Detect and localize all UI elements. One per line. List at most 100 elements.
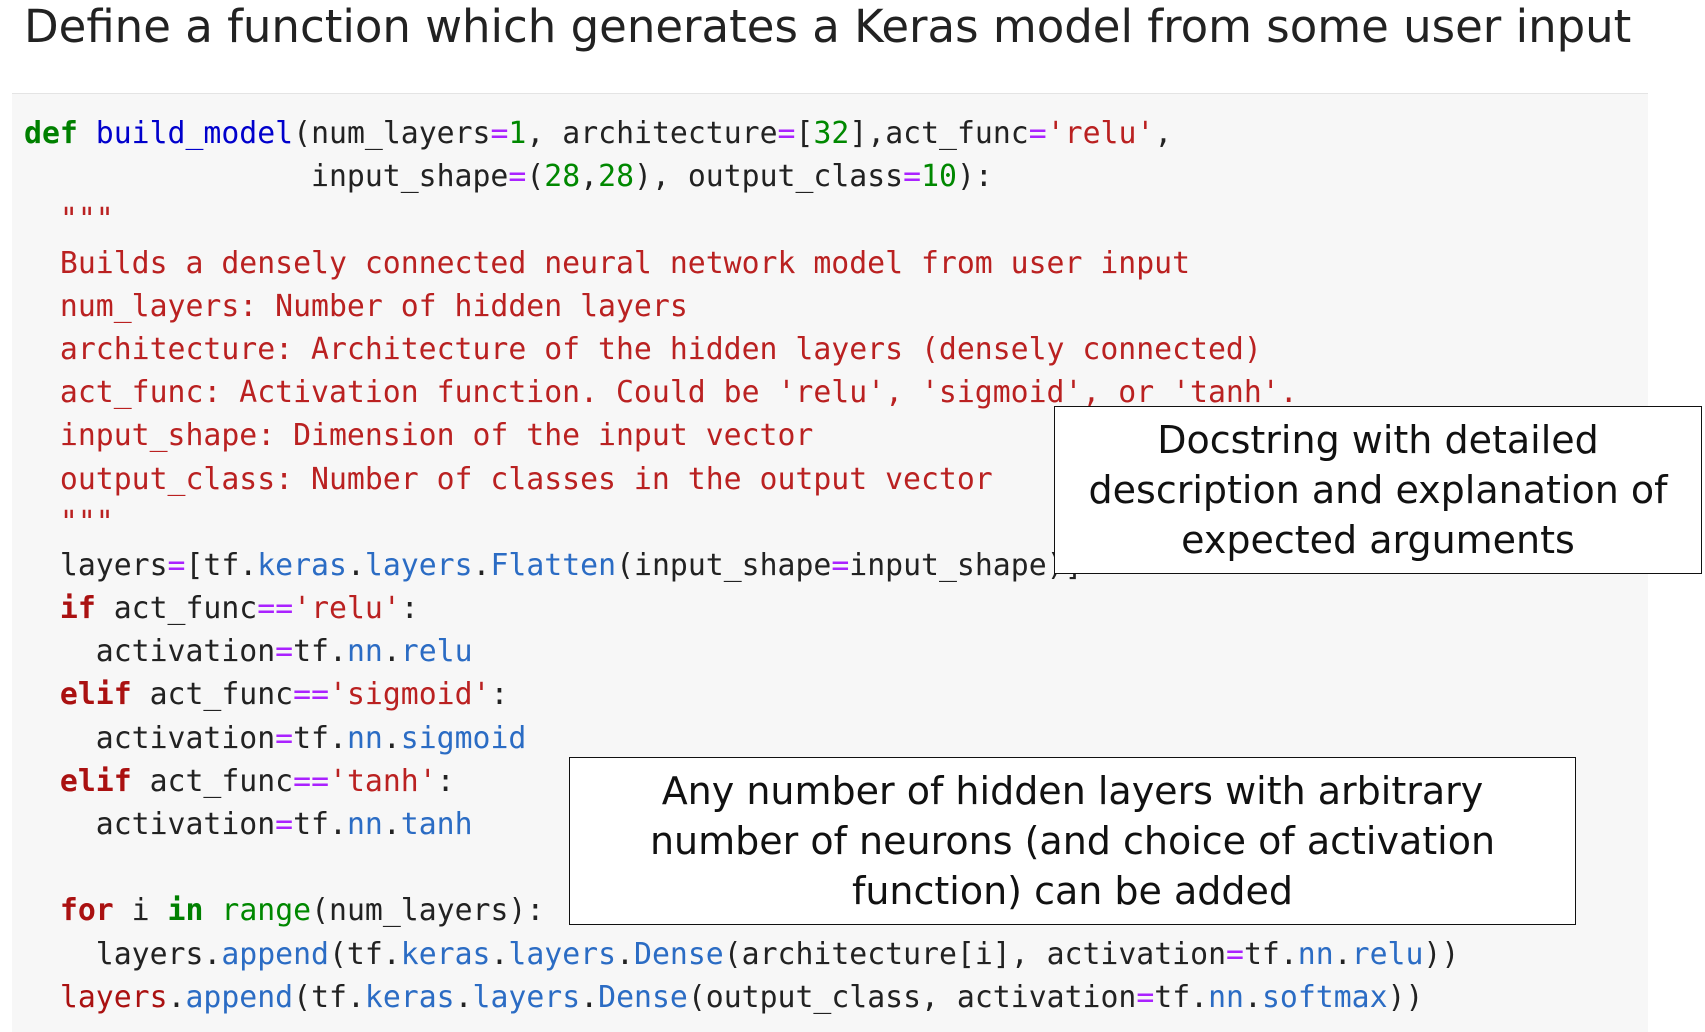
- operator: =: [508, 159, 527, 195]
- attribute: Dense: [598, 979, 688, 1015]
- hidden-layers-callout-text: Any number of hidden layers with arbitra…: [649, 769, 1496, 913]
- operator: =: [903, 159, 922, 195]
- docstring-callout: Docstring with detailed description and …: [1054, 406, 1702, 574]
- code-text: .: [616, 936, 634, 972]
- attribute: keras: [364, 979, 455, 1015]
- operator: ==: [293, 677, 330, 713]
- attribute: layers: [472, 979, 581, 1015]
- code-text: (output_class, activation: [687, 979, 1137, 1015]
- operator: =: [167, 547, 186, 583]
- code-text: layers.: [24, 936, 222, 972]
- code-text: .: [1333, 936, 1352, 972]
- attribute: keras: [400, 936, 491, 972]
- code-text: .: [454, 979, 473, 1015]
- attribute: sigmoid: [400, 720, 527, 756]
- code-text: layers: [24, 547, 168, 583]
- operator: ==: [257, 591, 294, 627]
- code-line-relu: activation=tf.nn.relu: [24, 630, 1459, 673]
- attribute: layers: [508, 936, 617, 972]
- attribute: relu: [400, 634, 473, 670]
- attribute: Dense: [634, 936, 724, 972]
- code-text: .: [472, 547, 491, 583]
- attribute: keras: [257, 547, 347, 583]
- keyword-in: in: [167, 893, 204, 929]
- code-text: :: [490, 677, 509, 713]
- number: 32: [813, 116, 850, 151]
- code-text: tf.: [293, 807, 347, 842]
- docstring-line: Builds a densely connected neural networ…: [24, 245, 1191, 281]
- code-text: (tf.: [328, 936, 401, 972]
- code-text: tf.: [1243, 936, 1298, 972]
- code-text: ,: [1154, 116, 1173, 151]
- code-text: activation: [24, 720, 276, 756]
- number: 1: [508, 116, 527, 151]
- attribute: nn: [1297, 936, 1334, 972]
- code-text: act_func: [131, 763, 294, 799]
- operator: =: [1226, 936, 1244, 972]
- code-text: :: [400, 591, 419, 627]
- code-text: (num_layers: [293, 116, 491, 151]
- variable-layers: layers: [59, 979, 168, 1015]
- keyword-elif: elif: [59, 763, 132, 799]
- string: 'tanh': [329, 763, 437, 799]
- operator: =: [275, 720, 294, 756]
- code-text: (: [526, 159, 545, 195]
- code-text: act_func: [131, 677, 294, 713]
- operator: =: [275, 807, 294, 842]
- code-text: tf.: [1154, 979, 1209, 1015]
- attribute: softmax: [1261, 979, 1388, 1015]
- attribute: relu: [1351, 936, 1424, 972]
- docstring-line: architecture: Architecture of the hidden…: [24, 331, 1262, 367]
- keyword-elif: elif: [59, 677, 132, 713]
- page-title: Define a function which generates a Kera…: [24, 0, 1632, 53]
- operator: =: [490, 116, 509, 151]
- docstring-line: num_layers: Number of hidden layers: [24, 288, 688, 324]
- docstring-callout-text: Docstring with detailed description and …: [1088, 418, 1668, 562]
- keyword-def: def: [24, 116, 78, 151]
- attribute: layers: [364, 547, 473, 583]
- operator: ==: [293, 763, 330, 799]
- attribute: nn: [346, 634, 383, 670]
- number: 10: [921, 159, 957, 195]
- code-text: .: [167, 979, 186, 1015]
- code-line-def: def build_model(num_layers=1, architectu…: [24, 112, 1459, 155]
- code-line-params: input_shape=(28,28), output_class=10):: [24, 155, 1459, 198]
- code-text: :: [436, 763, 455, 799]
- number: 28: [598, 159, 635, 195]
- attribute: tanh: [400, 807, 473, 842]
- number: 28: [544, 159, 581, 195]
- code-line-if: if act_func=='relu':: [24, 587, 1459, 630]
- attribute: nn: [346, 720, 383, 756]
- code-text: input_shape)]: [849, 547, 1083, 583]
- keyword-if: if: [59, 591, 96, 627]
- docstring-line: """: [24, 202, 114, 238]
- code-text: .: [382, 807, 401, 842]
- code-text: (num_layers):: [311, 893, 545, 929]
- code-line-sigmoid: activation=tf.nn.sigmoid: [24, 717, 1459, 760]
- code-text: )): [1423, 936, 1460, 972]
- code-text: .: [1244, 979, 1262, 1015]
- code-text: , architecture: [526, 116, 778, 151]
- attribute: nn: [346, 807, 383, 842]
- code-line-append-hidden: layers.append(tf.keras.layers.Dense(arch…: [24, 933, 1460, 976]
- string: 'relu': [1046, 116, 1155, 151]
- code-text: (input_shape: [616, 547, 832, 583]
- code-text: ],act_func: [849, 116, 1029, 151]
- function-name: build_model: [95, 116, 294, 151]
- builtin-range: range: [221, 893, 312, 929]
- code-text: (tf.: [293, 979, 365, 1015]
- code-line-elif-sigmoid: elif act_func=='sigmoid':: [24, 673, 1459, 716]
- hidden-layers-callout: Any number of hidden layers with arbitra…: [569, 757, 1576, 925]
- code-text: .: [490, 936, 509, 972]
- method-append: append: [221, 936, 329, 972]
- code-text: )): [1387, 979, 1424, 1015]
- code-text: .: [346, 547, 365, 583]
- code-text: i: [113, 893, 168, 929]
- operator: =: [777, 116, 796, 151]
- keyword-for: for: [59, 893, 114, 929]
- attribute: Flatten: [490, 547, 617, 583]
- code-text: (architecture[i], activation: [723, 936, 1227, 972]
- code-text: .: [580, 979, 599, 1015]
- code-text: [: [795, 116, 814, 151]
- code-text: ,: [580, 159, 599, 195]
